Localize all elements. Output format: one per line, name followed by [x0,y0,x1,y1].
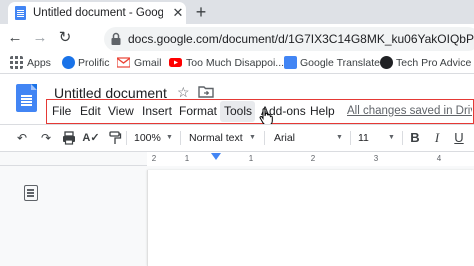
zoom-select[interactable]: 100% [134,129,161,147]
bookmark-tech-pro-advice[interactable]: Tech Pro Advice - Yo... [396,55,474,71]
close-tab-icon[interactable]: ✕ [171,5,185,21]
browser-tab[interactable]: Untitled document - Google Docs ✕ [8,2,186,24]
font-size-select[interactable]: 11 [358,129,369,147]
ruler-number: 2 [310,154,316,163]
italic-button[interactable]: I [431,129,443,147]
document-page[interactable] [147,170,474,266]
underline-button[interactable]: U [452,129,466,147]
chevron-down-icon: ▼ [249,134,256,141]
bookmark-apps[interactable]: Apps [27,55,51,71]
redo-icon[interactable]: ↷ [38,129,54,147]
gmail-icon [117,57,130,68]
move-folder-icon[interactable] [198,84,214,100]
chevron-down-icon: ▼ [336,134,343,141]
bold-button[interactable]: B [408,129,422,147]
paint-format-icon[interactable] [108,131,122,145]
bookmark-google-translate[interactable]: Google Translate [300,55,380,71]
reload-button[interactable]: ↻ [56,28,74,48]
prolific-icon [62,56,75,69]
chevron-down-icon: ▼ [166,134,173,141]
lock-icon[interactable] [110,31,122,47]
apps-grid-icon [10,56,23,69]
document-outline-icon[interactable] [24,185,38,201]
toolbar-separator [402,131,403,145]
docs-favicon-icon [15,6,26,20]
tab-title: Untitled document - Google Docs [33,7,163,19]
url-path: /document/d/1G7IX3C14G8MK_ku06YakOIQbPM7… [218,32,474,46]
ruler-number: 3 [373,154,379,163]
star-icon[interactable]: ☆ [177,84,191,100]
bookmark-prolific[interactable]: Prolific [78,55,110,71]
url-host: docs.google.com [128,32,219,46]
ruler-number: 2 [151,154,157,163]
toolbar-separator [126,131,127,145]
translate-icon [284,56,297,69]
bookmark-too-much-disappoi[interactable]: Too Much Disappoi... [186,55,284,71]
toolbar-separator [180,131,181,145]
undo-icon[interactable]: ↶ [14,129,30,147]
url-text[interactable]: docs.google.com/document/d/1G7IX3C14G8MK… [128,31,474,47]
youtube-icon [169,58,182,67]
ruler-number: 1 [248,154,254,163]
toolbar-separator [264,131,265,145]
forward-button[interactable]: → [31,28,49,48]
new-tab-button[interactable]: + [192,2,210,22]
indent-marker-icon[interactable] [211,153,221,160]
techpro-icon [380,56,393,69]
back-button[interactable]: ← [6,28,24,48]
ruler-number: 1 [184,154,190,163]
chevron-down-icon: ▼ [388,134,395,141]
style-select[interactable]: Normal text [189,129,243,147]
spellcheck-icon[interactable]: A✓ [82,129,100,147]
toolbar-separator [350,131,351,145]
bookmark-gmail[interactable]: Gmail [134,55,161,71]
font-select[interactable]: Arial [274,129,295,147]
ruler-number: 4 [436,154,442,163]
print-icon[interactable] [62,131,76,145]
docs-logo-icon[interactable] [16,84,37,112]
